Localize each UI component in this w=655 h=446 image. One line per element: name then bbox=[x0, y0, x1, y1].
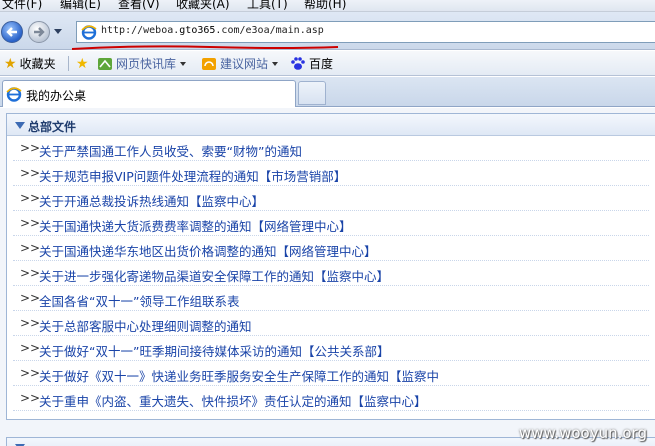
document-title: 关于进一步强化寄递物品渠道安全保障工作的通知 bbox=[39, 269, 315, 284]
menu-favorites[interactable]: 收藏夹(A) bbox=[176, 0, 230, 11]
forward-button[interactable] bbox=[28, 21, 50, 43]
tab-title: 我的办公桌 bbox=[26, 89, 87, 103]
document-link[interactable]: 关于做好《双十一》快递业务旺季服务安全生产保障工作的通知【监察中 bbox=[39, 366, 439, 385]
list-arrow: >> bbox=[20, 341, 41, 355]
favorites-item-baidu[interactable]: 百度 bbox=[290, 55, 333, 72]
headquarters-documents-panel: 总部文件 >> 关于严禁国通工作人员收受、索要“财物”的通知 >> 关于规范申报VIP… bbox=[6, 113, 655, 420]
list-item[interactable]: >> 关于重申《内盗、重大遗失、快件损坏》责任认定的通知【监察中心】 bbox=[13, 386, 649, 411]
document-link[interactable]: 关于严禁国通工作人员收受、索要“财物”的通知 bbox=[39, 141, 302, 160]
document-title: 关于严禁国通工作人员收受、索要“财物”的通知 bbox=[39, 144, 302, 159]
favorites-button[interactable]: ★ 收藏夹 bbox=[4, 55, 56, 72]
document-link[interactable]: 关于总部客服中心处理细则调整的通知 bbox=[39, 316, 252, 335]
favorites-item-suggested-sites[interactable]: 建议网站 bbox=[201, 55, 279, 72]
list-arrow: >> bbox=[20, 391, 41, 405]
menu-view[interactable]: 查看(V) bbox=[118, 0, 160, 11]
panel-title: 总部文件 bbox=[28, 120, 77, 134]
document-title: 关于重申《内盗、重大遗失、快件损坏》责任认定的通知 bbox=[39, 394, 352, 409]
list-item[interactable]: >> 关于开通总裁投诉热线通知【监察中心】 bbox=[13, 186, 649, 211]
document-department: 【监察中心】 bbox=[314, 269, 390, 284]
arrow-right-icon bbox=[34, 27, 45, 37]
history-dropdown-icon[interactable] bbox=[54, 29, 62, 34]
document-department: 【监察中心】 bbox=[351, 394, 427, 409]
web-slice-icon bbox=[98, 57, 112, 70]
document-title: 关于规范申报VIP问题件处理流程的通知 bbox=[39, 169, 259, 184]
menu-tools[interactable]: 工具(T) bbox=[247, 0, 288, 11]
list-arrow: >> bbox=[20, 266, 41, 280]
ie-page-icon bbox=[81, 25, 97, 40]
address-toolbar: http://weboa.gto365.com/e3oa/main.asp bbox=[0, 12, 655, 50]
list-arrow: >> bbox=[20, 366, 41, 380]
document-link[interactable]: 关于做好“双十一”旺季期间接待媒体采访的通知【公共关系部】 bbox=[39, 341, 389, 360]
list-arrow: >> bbox=[20, 191, 41, 205]
list-item[interactable]: >> 关于做好“双十一”旺季期间接待媒体采访的通知【公共关系部】 bbox=[13, 336, 649, 361]
menu-help[interactable]: 帮助(H) bbox=[304, 0, 346, 11]
document-title: 关于国通快递大货派费费率调整的通知 bbox=[39, 219, 252, 234]
document-department: 【监察中 bbox=[389, 369, 440, 384]
panel-header[interactable]: 总部文件 bbox=[7, 114, 655, 136]
menu-file[interactable]: 文件(F) bbox=[2, 0, 42, 11]
list-item[interactable]: >> 关于国通快递大货派费费率调整的通知【网络管理中心】 bbox=[13, 211, 649, 236]
list-item[interactable]: >> 全国各省“双十一”领导工作组联系表 bbox=[13, 286, 649, 311]
list-item[interactable]: >> 关于国通快递华东地区出货价格调整的通知【网络管理中心】 bbox=[13, 236, 649, 261]
document-link[interactable]: 关于规范申报VIP问题件处理流程的通知【市场营销部】 bbox=[39, 166, 346, 185]
favorites-item-web-slice[interactable]: 网页快讯库 bbox=[97, 55, 187, 72]
suggested-sites-icon bbox=[202, 57, 216, 70]
add-favorite-button[interactable]: ★ bbox=[76, 55, 89, 72]
document-title: 关于开通总裁投诉热线通知 bbox=[39, 194, 190, 209]
back-button[interactable] bbox=[1, 21, 23, 43]
document-title: 关于做好《双十一》快递业务旺季服务安全生产保障工作的通知 bbox=[39, 369, 390, 384]
document-department: 【监察中心】 bbox=[189, 194, 265, 209]
document-list: >> 关于严禁国通工作人员收受、索要“财物”的通知 >> 关于规范申报VIP问题件处理… bbox=[7, 136, 655, 411]
list-arrow: >> bbox=[20, 291, 41, 305]
list-item[interactable]: >> 关于严禁国通工作人员收受、索要“财物”的通知 bbox=[13, 136, 649, 161]
watermark: www.wooyun.org bbox=[518, 424, 647, 442]
tab-bar: 我的办公桌 bbox=[0, 77, 655, 107]
document-title: 关于做好“双十一”旺季期间接待媒体采访的通知 bbox=[39, 344, 302, 359]
document-link[interactable]: 关于国通快递华东地区出货价格调整的通知【网络管理中心】 bbox=[39, 241, 377, 260]
list-arrow: >> bbox=[20, 216, 41, 230]
document-link[interactable]: 关于开通总裁投诉热线通知【监察中心】 bbox=[39, 191, 264, 210]
menu-edit[interactable]: 编辑(E) bbox=[60, 0, 101, 11]
document-department: 【网络管理中心】 bbox=[251, 219, 352, 234]
document-title: 全国各省“双十一”领导工作组联系表 bbox=[39, 294, 240, 309]
document-link[interactable]: 全国各省“双十一”领导工作组联系表 bbox=[39, 291, 239, 310]
address-bar[interactable]: http://weboa.gto365.com/e3oa/main.asp bbox=[76, 21, 655, 43]
chevron-down-icon bbox=[272, 61, 279, 66]
document-link[interactable]: 关于国通快递大货派费费率调整的通知【网络管理中心】 bbox=[39, 216, 352, 235]
favorites-bar: ★ 收藏夹 ★ 网页快讯库 建议网站 百度 bbox=[0, 51, 655, 76]
new-tab-button[interactable] bbox=[298, 81, 326, 105]
document-department: 【市场营销部】 bbox=[258, 169, 347, 184]
document-department: 【公共关系部】 bbox=[301, 344, 390, 359]
list-item[interactable]: >> 关于总部客服中心处理细则调整的通知 bbox=[13, 311, 649, 336]
document-title: 关于国通快递华东地区出货价格调整的通知 bbox=[39, 244, 277, 259]
url-text: http://weboa.gto365.com/e3oa/main.asp bbox=[101, 25, 324, 36]
tab-my-desk[interactable]: 我的办公桌 bbox=[2, 80, 296, 107]
collapse-triangle-icon bbox=[15, 122, 25, 129]
document-link[interactable]: 关于重申《内盗、重大遗失、快件损坏》责任认定的通知【监察中心】 bbox=[39, 391, 427, 410]
chevron-down-icon bbox=[180, 61, 187, 66]
menu-bar: 文件(F) 编辑(E) 查看(V) 收藏夹(A) 工具(T) 帮助(H) bbox=[0, 0, 655, 12]
arrow-left-icon bbox=[6, 27, 17, 37]
page-content: 总部文件 >> 关于严禁国通工作人员收受、索要“财物”的通知 >> 关于规范申报VIP… bbox=[0, 108, 655, 446]
document-title: 关于总部客服中心处理细则调整的通知 bbox=[39, 319, 252, 334]
list-arrow: >> bbox=[20, 316, 41, 330]
list-item[interactable]: >> 关于做好《双十一》快递业务旺季服务安全生产保障工作的通知【监察中 bbox=[13, 361, 649, 386]
list-item[interactable]: >> 关于规范申报VIP问题件处理流程的通知【市场营销部】 bbox=[13, 161, 649, 186]
list-arrow: >> bbox=[20, 166, 41, 180]
separator bbox=[68, 56, 69, 71]
list-item[interactable]: >> 关于进一步强化寄递物品渠道安全保障工作的通知【监察中心】 bbox=[13, 261, 649, 286]
ie-page-icon bbox=[6, 87, 22, 102]
baidu-paw-icon bbox=[291, 57, 305, 70]
list-arrow: >> bbox=[20, 241, 41, 255]
document-link[interactable]: 关于进一步强化寄递物品渠道安全保障工作的通知【监察中心】 bbox=[39, 266, 389, 285]
favorites-star-icon: ★ bbox=[4, 55, 17, 72]
add-favorite-star-icon: ★ bbox=[76, 55, 89, 72]
list-arrow: >> bbox=[20, 141, 41, 155]
document-department: 【网络管理中心】 bbox=[276, 244, 377, 259]
